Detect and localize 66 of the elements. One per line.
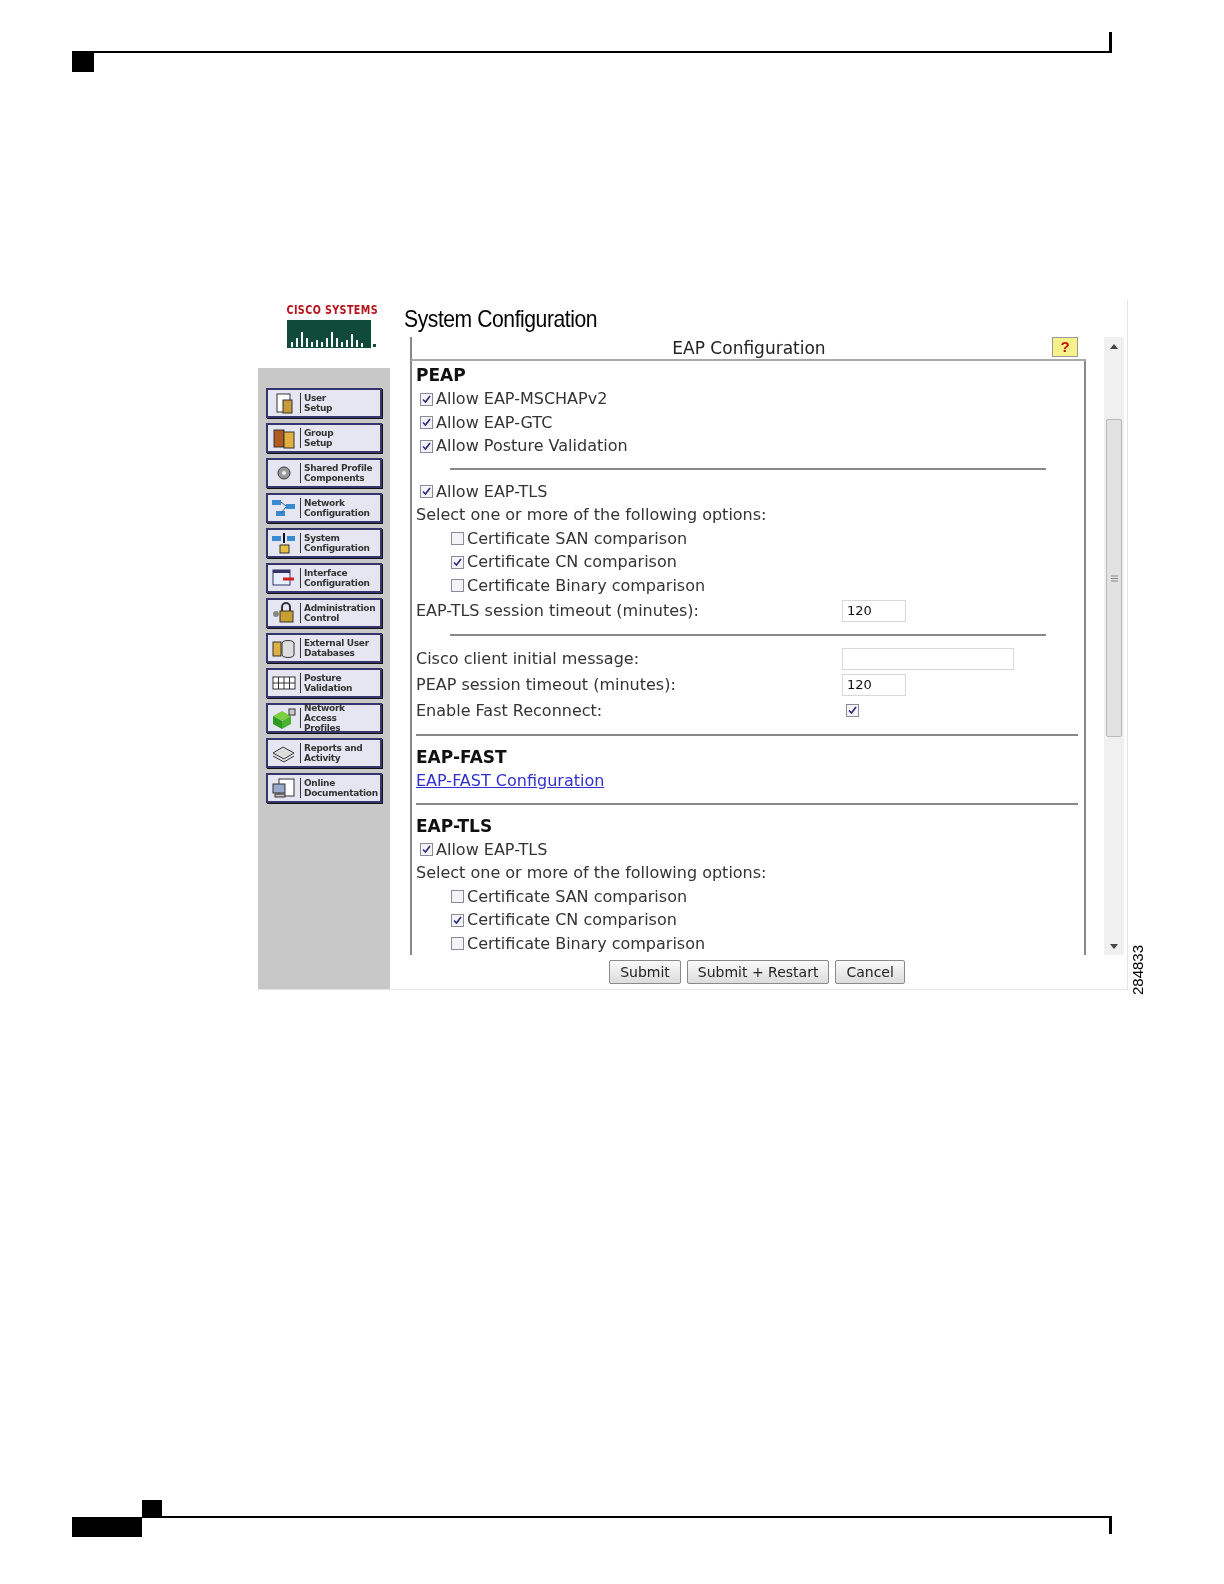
checkbox[interactable] (451, 890, 464, 904)
field-label: Cisco client initial message: (416, 647, 641, 670)
checkbox[interactable] (420, 416, 433, 430)
checkbox[interactable] (451, 937, 464, 951)
form-button[interactable]: Submit (609, 960, 681, 984)
help-button[interactable]: ? (1052, 337, 1078, 357)
checkbox[interactable] (420, 843, 433, 857)
input-field[interactable]: 120 (842, 673, 906, 696)
nav-button[interactable]: Interface Configuration (266, 563, 382, 593)
cube-icon (271, 706, 297, 730)
checkbox-label: Certificate Binary comparison (467, 932, 706, 955)
figure-number: 284833 (1128, 943, 1147, 995)
form-button[interactable]: Submit + Restart (686, 960, 830, 984)
network-icon (271, 531, 297, 555)
nav-button[interactable]: Posture Validation (266, 668, 382, 698)
monitor-icon (271, 776, 297, 800)
checkbox-label: Certificate Binary comparison (467, 574, 706, 597)
checkbox-label: Allow EAP-MSCHAPv2 (436, 388, 608, 411)
field-label: Enable Fast Reconnect: (416, 699, 604, 722)
page-title: System Configuration (404, 304, 598, 334)
checkbox[interactable] (420, 392, 433, 406)
checkbox[interactable] (451, 555, 464, 569)
form-button[interactable]: Cancel (835, 960, 905, 984)
checkbox-label: Certificate SAN comparison (467, 527, 688, 550)
field-label: PEAP session timeout (minutes): (416, 673, 677, 696)
padlock-icon (271, 601, 297, 625)
nav-button[interactable]: Administration Control (266, 598, 382, 628)
field-label: EAP-TLS session timeout (minutes): (416, 599, 700, 622)
checkbox-label: Certificate CN comparison (467, 551, 677, 574)
nav-button[interactable]: External User Databases (266, 633, 382, 663)
nav-button[interactable]: Group Setup (266, 423, 382, 453)
instruction-text: Select one or more of the following options: (416, 504, 767, 527)
nav-button[interactable]: System Configuration (266, 528, 382, 558)
nav-button[interactable]: Network Configuration (266, 493, 382, 523)
checkbox-label: Allow EAP-TLS (436, 838, 548, 861)
document-icon (271, 426, 297, 450)
panel-title: EAP Configuration (672, 337, 826, 359)
instruction-text: Select one or more of the following options: (416, 862, 767, 885)
checkbox-label: Certificate SAN comparison (467, 885, 688, 908)
nav-button[interactable]: Online Documentation (266, 773, 382, 803)
config-link[interactable]: EAP-FAST Configuration (416, 768, 605, 793)
scrollbar[interactable] (1104, 337, 1124, 955)
checkbox[interactable] (451, 579, 464, 593)
checkbox[interactable] (420, 439, 433, 453)
scroll-thumb[interactable] (1106, 419, 1122, 737)
checkbox[interactable] (846, 704, 859, 717)
checkbox[interactable] (420, 485, 433, 499)
nav-button[interactable]: Reports and Activity (266, 738, 382, 768)
scroll-down-icon[interactable] (1110, 944, 1118, 949)
input-field[interactable] (842, 647, 1014, 670)
section-heading: PEAP (416, 364, 466, 387)
checkbox-label: Allow EAP-GTC (436, 411, 553, 434)
section-heading: EAP-FAST (416, 745, 507, 769)
nav-button[interactable]: User Setup (266, 388, 382, 418)
checkbox-label: Allow EAP-TLS (436, 480, 548, 503)
checkbox-label: Certificate CN comparison (467, 909, 677, 932)
input-field[interactable]: 120 (842, 599, 906, 622)
nav-button[interactable]: Shared Profile Components (266, 458, 382, 488)
checkbox[interactable] (451, 913, 464, 927)
checkbox-label: Allow Posture Validation (436, 435, 628, 458)
scroll-up-icon[interactable] (1110, 344, 1118, 349)
checkbox[interactable] (451, 532, 464, 546)
nav-button[interactable]: Network Access Profiles (266, 703, 382, 733)
grip-icon (1110, 574, 1118, 582)
section-heading: EAP-TLS (416, 814, 493, 838)
logo-text: CISCO SYSTEMS (286, 303, 378, 317)
